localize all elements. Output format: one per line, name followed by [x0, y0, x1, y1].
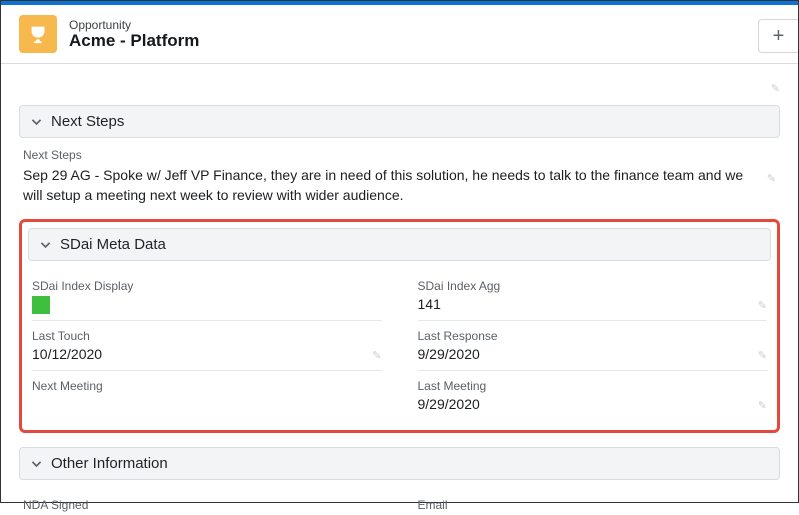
next-steps-text: Sep 29 AG - Spoke w/ Jeff VP Finance, th…: [23, 166, 759, 205]
field-next-meeting: Next Meeting: [32, 371, 382, 420]
next-steps-field-label: Next Steps: [23, 148, 776, 162]
pencil-icon[interactable]: ✎: [771, 82, 780, 95]
index-display-swatch: [32, 296, 50, 314]
last-meeting-value: 9/29/2020: [418, 396, 480, 414]
pencil-icon[interactable]: ✎: [759, 166, 776, 187]
section-other: Other Information NDA Signed Email: [19, 447, 780, 515]
field-last-response: Last Response 9/29/2020 ✎: [418, 321, 768, 371]
section-sdai: SDai Meta Data SDai Index Display SDai I…: [28, 228, 771, 420]
chevron-down-icon: [39, 238, 52, 251]
pencil-icon[interactable]: ✎: [758, 399, 767, 412]
opportunity-icon: [19, 15, 57, 53]
section-next-steps: Next Steps Next Steps Sep 29 AG - Spoke …: [19, 105, 780, 205]
object-label: Opportunity: [69, 18, 199, 32]
record-header: Opportunity Acme - Platform +: [1, 5, 798, 64]
field-last-meeting: Last Meeting 9/29/2020 ✎: [418, 371, 768, 420]
pencil-icon[interactable]: ✎: [758, 299, 767, 312]
other-title: Other Information: [51, 455, 168, 472]
other-header[interactable]: Other Information: [19, 447, 780, 480]
field-sdai-index-agg: SDai Index Agg 141 ✎: [418, 271, 768, 321]
pencil-icon[interactable]: ✎: [758, 349, 767, 362]
last-response-value: 9/29/2020: [418, 346, 480, 364]
field-last-touch: Last Touch 10/12/2020 ✎: [32, 321, 382, 371]
record-title: Acme - Platform: [69, 31, 199, 51]
next-steps-title: Next Steps: [51, 113, 124, 130]
chevron-down-icon: [30, 457, 43, 470]
sdai-header[interactable]: SDai Meta Data: [28, 228, 771, 261]
index-agg-value: 141: [418, 296, 441, 314]
next-steps-header[interactable]: Next Steps: [19, 105, 780, 138]
plus-icon: +: [773, 25, 785, 48]
sdai-title: SDai Meta Data: [60, 236, 166, 253]
field-sdai-index-display: SDai Index Display: [32, 271, 382, 321]
chevron-down-icon: [30, 115, 43, 128]
add-button[interactable]: +: [758, 19, 798, 53]
sdai-highlight: SDai Meta Data SDai Index Display SDai I…: [19, 219, 780, 433]
pencil-icon[interactable]: ✎: [372, 349, 381, 362]
last-touch-value: 10/12/2020: [32, 346, 102, 364]
